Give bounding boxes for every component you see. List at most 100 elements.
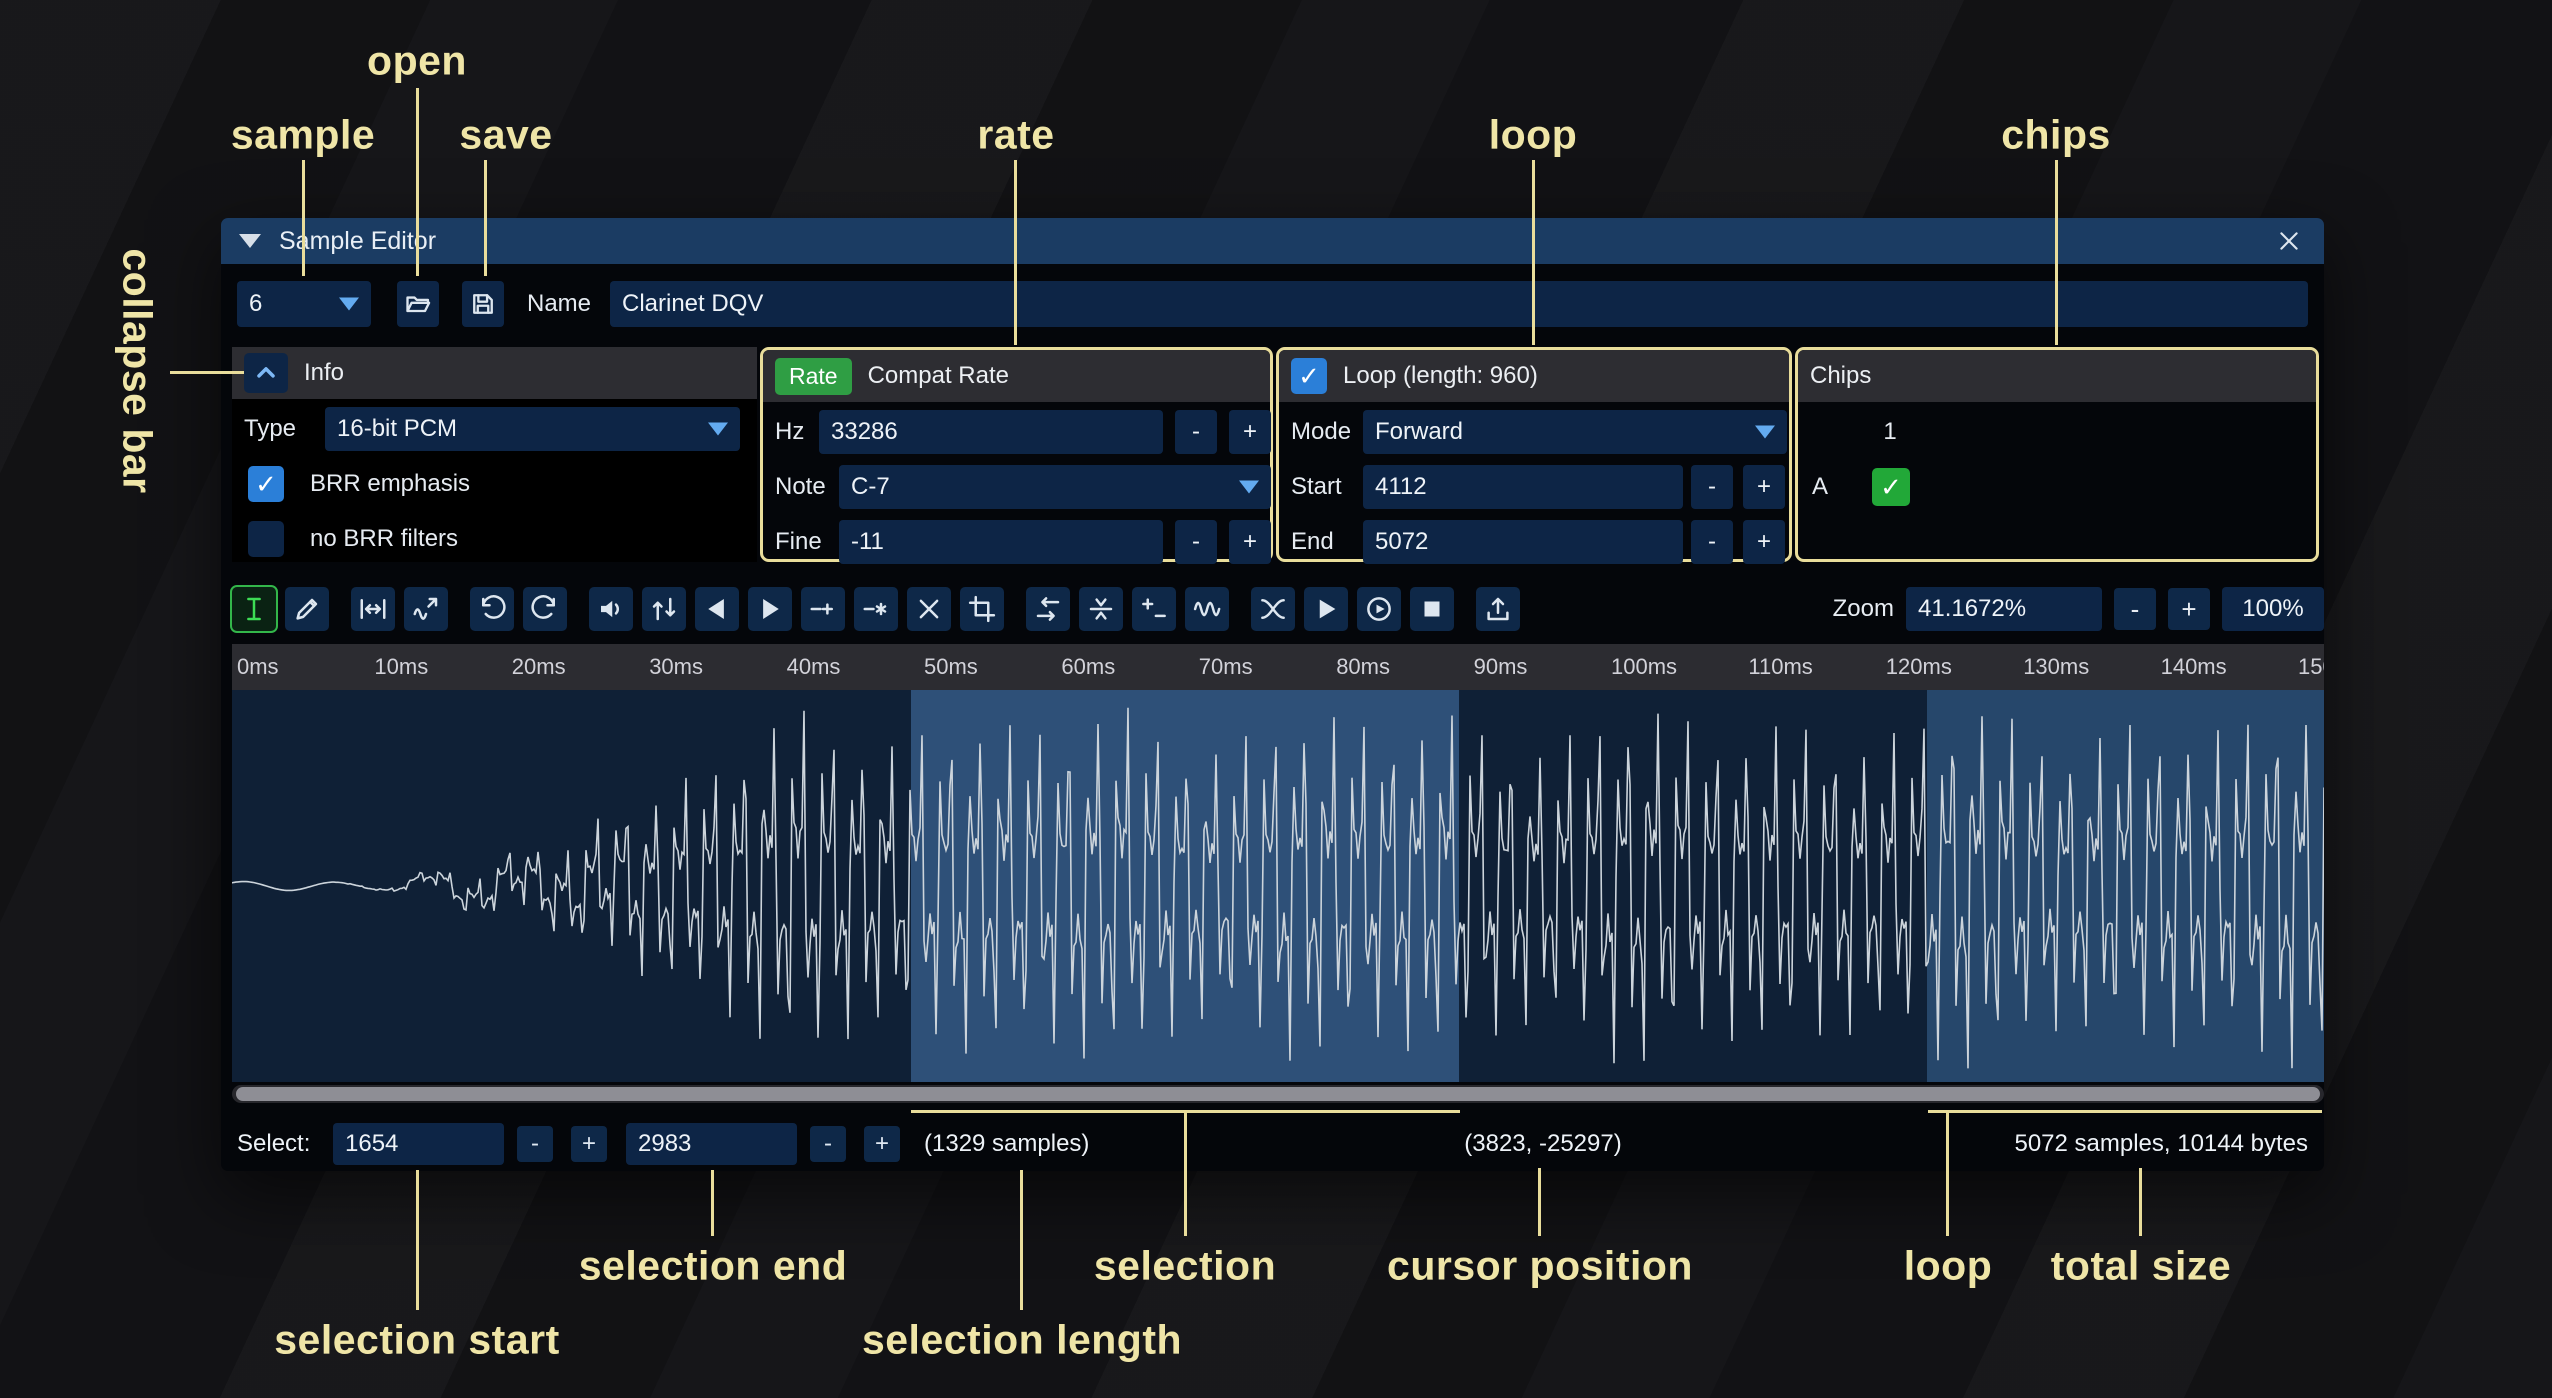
zoom-out-button[interactable]: - [2114,588,2156,630]
ruler-label: 140ms [2161,654,2227,680]
loop-start-minus-button[interactable]: - [1691,465,1733,509]
compat-rate-label: Compat Rate [868,362,1009,390]
hz-plus-button[interactable]: + [1229,410,1271,454]
normalize-button[interactable] [642,587,686,631]
ruler-label: 0ms [237,654,279,680]
name-input[interactable]: Clarinet DQV [610,281,2308,327]
loop-end-label: End [1291,520,1334,564]
fade-in-button[interactable] [695,587,739,631]
brr-emphasis-label: BRR emphasis [310,462,470,506]
undo-button[interactable] [470,587,514,631]
chips-header-label: Chips [1810,362,1871,390]
zoom-cluster: Zoom 41.1672% - + 100% [1833,587,2324,631]
toolbar-group [1026,587,1229,631]
stop-button[interactable] [1410,587,1454,631]
fine-label: Fine [775,520,822,564]
selection-end-plus-button[interactable]: + [864,1126,900,1162]
collapse-bar-button[interactable] [244,353,288,393]
reverse-button[interactable] [1026,587,1070,631]
trim-button[interactable] [960,587,1004,631]
scrollbar-thumb[interactable] [236,1087,2320,1101]
open-button[interactable] [397,281,439,327]
check-icon: ✓ [255,469,277,500]
sample-number-select[interactable]: 6 [237,281,371,327]
chevron-down-icon [1755,426,1775,439]
resize-button[interactable] [351,587,395,631]
note-label: Note [775,465,826,509]
loop-start-label: Start [1291,465,1342,509]
hz-minus-button[interactable]: - [1175,410,1217,454]
cursor-position-text: (3823, -25297) [1464,1123,1621,1165]
save-button[interactable] [462,281,504,327]
loop-end-input[interactable]: 5072 [1363,520,1683,564]
toolbar-group [1251,587,1454,631]
chevron-down-icon [708,423,728,436]
folder-open-icon [404,290,432,318]
floppy-save-icon [469,290,497,318]
selection-start-plus-button[interactable]: + [571,1126,607,1162]
loop-mode-select[interactable]: Forward [1363,410,1787,454]
select-label: Select: [237,1123,310,1165]
preview-loop-button[interactable] [1357,587,1401,631]
selection-start-value: 1654 [345,1130,398,1158]
fine-minus-button[interactable]: - [1175,520,1217,564]
fine-plus-button[interactable]: + [1229,520,1271,564]
redo-button[interactable] [523,587,567,631]
toolbar-group [1476,587,1520,631]
invert-button[interactable] [1079,587,1123,631]
insert-silence-button[interactable] [801,587,845,631]
hz-input[interactable]: 33286 [819,410,1163,454]
type-select[interactable]: 16-bit PCM [325,407,740,451]
loop-start-value: 4112 [1375,473,1427,501]
loop-start-input[interactable]: 4112 [1363,465,1683,509]
fine-input[interactable]: -11 [839,520,1163,564]
loop-start-plus-button[interactable]: + [1743,465,1785,509]
amplify-button[interactable] [589,587,633,631]
fade-out-button[interactable] [748,587,792,631]
waveform-view[interactable] [232,690,2324,1082]
brr-emphasis-checkbox[interactable]: ✓ [248,466,284,502]
chevron-down-icon [1239,481,1259,494]
window-collapse-icon[interactable] [239,234,261,248]
sample-editor-window: Sample Editor 6 Name Clarinet DQV Info T… [221,218,2324,1171]
selection-start-input[interactable]: 1654 [333,1123,504,1165]
loop-mode-value: Forward [1375,418,1463,446]
selection-start-minus-button[interactable]: - [517,1126,553,1162]
ruler-label: 70ms [1199,654,1253,680]
apply-silence-button[interactable] [854,587,898,631]
note-select[interactable]: C-7 [839,465,1271,509]
draw-button[interactable] [285,587,329,631]
resample-button[interactable] [404,587,448,631]
select-button[interactable] [232,587,276,631]
ruler-label: 40ms [787,654,841,680]
loop-end-plus-button[interactable]: + [1743,520,1785,564]
selection-end-input[interactable]: 2983 [626,1123,797,1165]
close-icon[interactable] [2272,224,2306,258]
import-button[interactable] [1476,587,1520,631]
ruler-label: 50ms [924,654,978,680]
selection-end-minus-button[interactable]: - [810,1126,846,1162]
rate-section: Rate Compat Rate Hz 33286 - + Note C-7 F… [760,347,1273,562]
rate-header: Rate Compat Rate [763,350,1270,402]
zoom-input[interactable]: 41.1672% [1906,587,2102,631]
chip-row-label: A [1812,465,1828,509]
zoom-reset-button[interactable]: 100% [2222,587,2324,631]
loop-enabled-checkbox[interactable]: ✓ [1291,358,1327,394]
chips-column-header: 1 [1860,410,1920,454]
horizontal-scrollbar[interactable] [232,1085,2324,1103]
ruler-label: 110ms [1748,654,1812,680]
zoom-label: Zoom [1833,595,1894,623]
crossfade-button[interactable] [1251,587,1295,631]
zoom-in-button[interactable]: + [2168,588,2210,630]
preview-button[interactable] [1304,587,1348,631]
no-brr-filters-label: no BRR filters [310,517,458,561]
loop-end-minus-button[interactable]: - [1691,520,1733,564]
no-brr-filters-checkbox[interactable] [248,521,284,557]
delete-button[interactable] [907,587,951,631]
ruler-label: 100ms [1611,654,1677,680]
filter-button[interactable] [1185,587,1229,631]
chip-enable-checkbox[interactable]: ✓ [1872,468,1910,506]
loop-end-value: 5072 [1375,528,1428,556]
selection-length-text: (1329 samples) [924,1123,1089,1165]
sign-button[interactable] [1132,587,1176,631]
